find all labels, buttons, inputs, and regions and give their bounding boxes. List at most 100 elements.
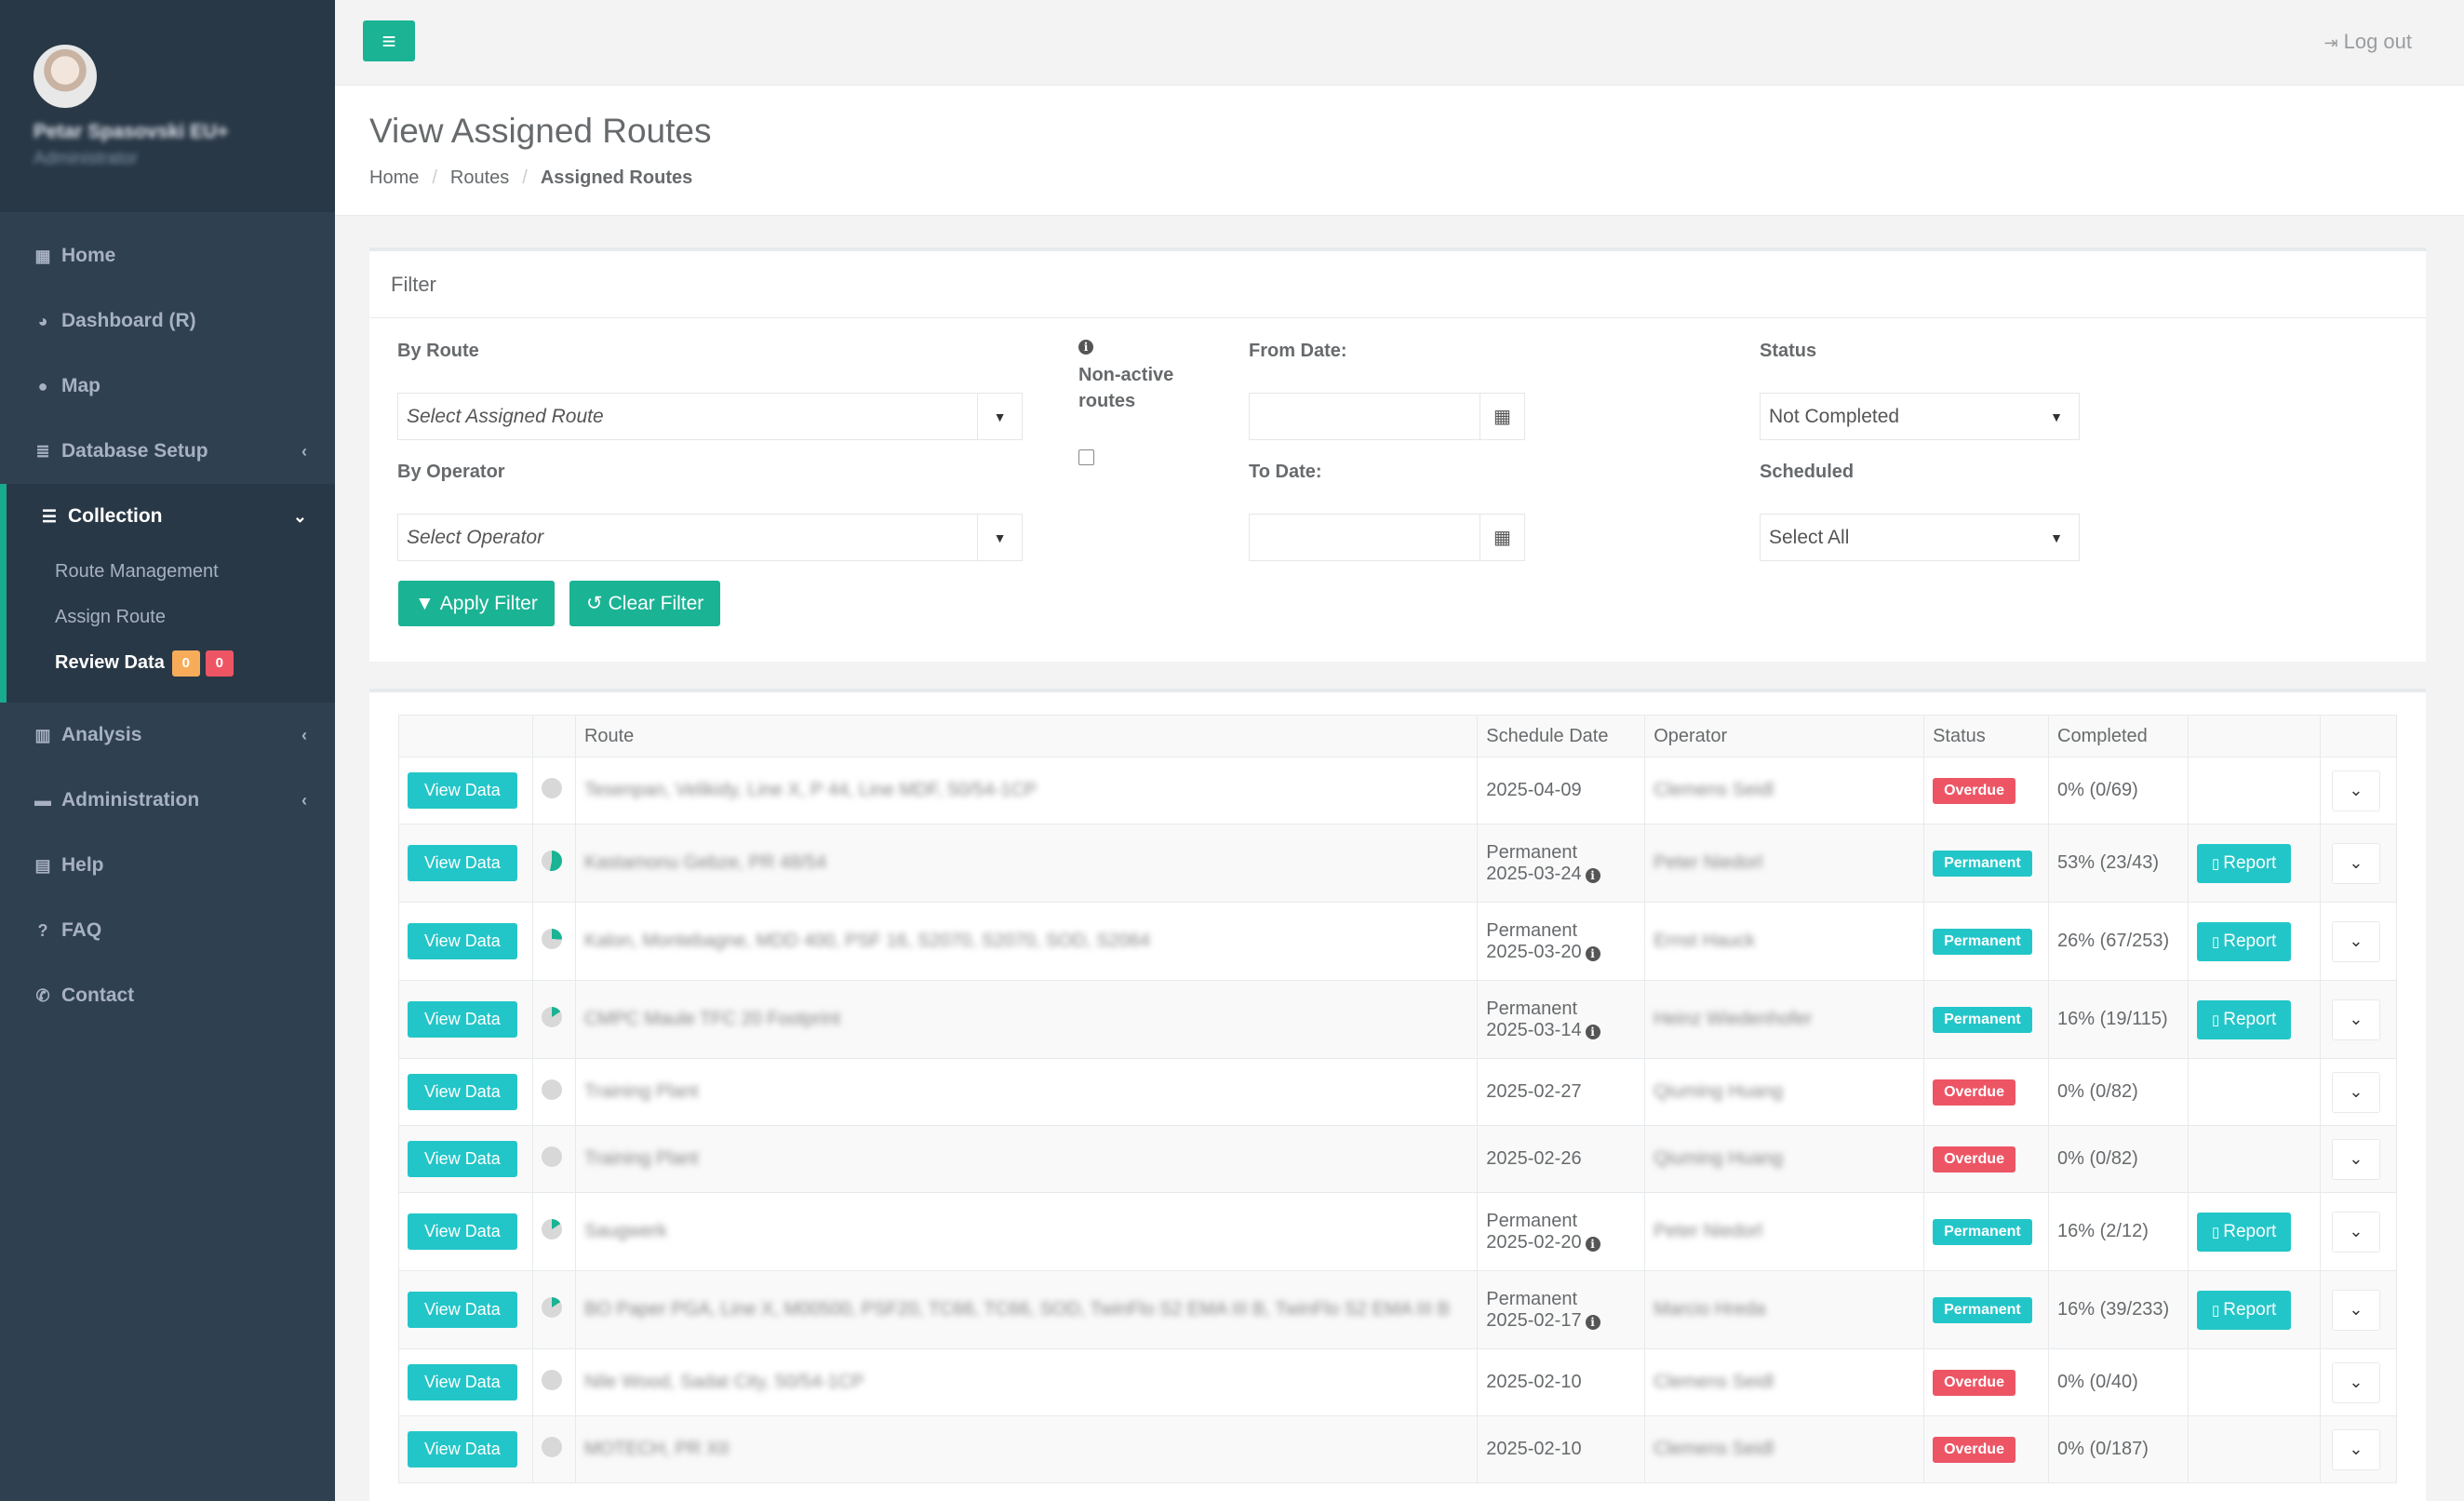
sidebar-item-analysis[interactable]: ▥ Analysis ‹	[0, 703, 335, 768]
sidebar-subitem-review-data[interactable]: Review Data 0 0	[7, 640, 335, 686]
view-data-button[interactable]: View Data	[408, 923, 517, 959]
menu-toggle-button[interactable]: ≡	[363, 20, 415, 61]
sidebar-item-label: Help	[61, 854, 104, 876]
view-data-button[interactable]: View Data	[408, 1364, 517, 1400]
schedule-type: Permanent	[1486, 1288, 1578, 1309]
view-data-button[interactable]: View Data	[408, 1292, 517, 1328]
report-button[interactable]: ▯ Report	[2197, 1212, 2292, 1252]
chevron-left-icon: ‹	[301, 441, 307, 461]
report-button[interactable]: ▯ Report	[2197, 1290, 2292, 1330]
calendar-icon[interactable]: ▦	[1480, 515, 1524, 560]
sidebar-item-database-setup[interactable]: ≣ Database Setup ‹	[0, 419, 335, 484]
route-cell: Kastamonu Gebze, PR 48/54	[574, 824, 1479, 903]
expand-row-button[interactable]: ⌄	[2331, 1211, 2380, 1253]
route-name[interactable]: MOTECH, PR XII	[584, 1439, 730, 1459]
route-name[interactable]: BO Paper PGA, Line X, M00500, PSF20, TC6…	[584, 1299, 1450, 1320]
apply-filter-button[interactable]: ▼ Apply Filter	[398, 581, 555, 626]
expand-row-button[interactable]: ⌄	[2331, 1071, 2380, 1113]
sidebar-subitem-route-management[interactable]: Route Management	[7, 549, 335, 595]
caret-down-icon: ▼	[977, 515, 1022, 560]
sidebar-item-dashboard[interactable]: ◕ Dashboard (R)	[0, 288, 335, 354]
actions-cell: View Data	[398, 1192, 533, 1271]
chevron-down-icon: ⌄	[2349, 1300, 2364, 1319]
to-date-label: To Date:	[1249, 462, 1322, 482]
expand-row-button[interactable]: ⌄	[2331, 1361, 2380, 1403]
expand-row-button[interactable]: ⌄	[2331, 998, 2380, 1040]
view-data-button[interactable]: View Data	[408, 1141, 517, 1177]
column-header-operator[interactable]: Operator	[1644, 715, 1925, 757]
route-name[interactable]: Tesenpan, Velikidy, Line X, P 44, Line M…	[584, 780, 1037, 800]
filter-title: Filter	[369, 251, 2426, 318]
breadcrumb-routes[interactable]: Routes	[450, 168, 509, 189]
schedule-date: 2025-02-10	[1486, 1372, 1582, 1392]
status-badge: Permanent	[1933, 1218, 2032, 1245]
column-header-completed[interactable]: Completed	[2048, 715, 2189, 757]
route-select[interactable]: Select Assigned Route ▼	[397, 393, 1023, 440]
route-name[interactable]: Training Plant	[584, 1148, 699, 1169]
sidebar-item-map[interactable]: ● Map	[0, 354, 335, 419]
sidebar-item-contact[interactable]: ✆ Contact	[0, 963, 335, 1028]
operator-select[interactable]: Select Operator ▼	[397, 514, 1023, 561]
table-row: View Data Training Plant 2025-02-27 Qium…	[398, 1058, 2398, 1126]
breadcrumb-home[interactable]: Home	[369, 168, 419, 189]
sidebar-item-help[interactable]: ▤ Help	[0, 833, 335, 898]
sidebar-item-collection[interactable]: ☰ Collection ⌄	[7, 484, 335, 549]
apply-filter-label: Apply Filter	[439, 592, 538, 614]
sidebar-item-home[interactable]: ▦ Home	[0, 223, 335, 288]
info-circle-icon[interactable]: i	[1585, 1314, 1600, 1330]
chevron-down-icon: ⌄	[2349, 1373, 2364, 1391]
view-data-button[interactable]: View Data	[408, 772, 517, 809]
calendar-icon[interactable]: ▦	[1480, 394, 1524, 439]
view-data-button[interactable]: View Data	[408, 1001, 517, 1038]
expand-row-button[interactable]: ⌄	[2331, 1138, 2380, 1180]
scheduled-select[interactable]: Select All ▼	[1760, 514, 2080, 561]
profile-name[interactable]: Petar Spasovski EU+	[33, 121, 335, 143]
view-data-button[interactable]: View Data	[408, 1213, 517, 1250]
report-button[interactable]: ▯ Report	[2197, 843, 2292, 883]
expand-row-button[interactable]: ⌄	[2331, 770, 2380, 811]
caret-down-icon: ▼	[2050, 409, 2063, 424]
column-header-status[interactable]: Status	[1923, 715, 2050, 757]
logout-link[interactable]: ⇥ Log out	[2324, 30, 2413, 54]
sidebar-item-administration[interactable]: ▬ Administration ‹	[0, 768, 335, 833]
route-name[interactable]: Saugwerk	[584, 1221, 667, 1241]
info-circle-icon[interactable]: i	[1585, 1236, 1600, 1252]
expand-row-button[interactable]: ⌄	[2331, 1289, 2380, 1331]
view-data-button[interactable]: View Data	[408, 1431, 517, 1467]
report-button[interactable]: ▯ Report	[2197, 921, 2292, 961]
column-header-schedule-date[interactable]: Schedule Date	[1477, 715, 1646, 757]
route-name[interactable]: Nile Wood, Sadat City, 50/54-1CP	[584, 1372, 864, 1392]
clear-filter-button[interactable]: ↺ Clear Filter	[569, 581, 721, 626]
sidebar-subitem-assign-route[interactable]: Assign Route	[7, 595, 335, 640]
review-warning-badge: 0	[171, 650, 200, 677]
info-circle-icon[interactable]: i	[1585, 1024, 1600, 1039]
report-cell	[2188, 1415, 2321, 1483]
th-large-icon: ▦	[34, 246, 51, 265]
route-name[interactable]: CMPC Maule TFC 20 Footprint	[584, 1009, 840, 1029]
avatar[interactable]	[33, 45, 97, 108]
progress-pie	[541, 1079, 562, 1100]
route-name[interactable]: Training Plant	[584, 1081, 699, 1102]
view-data-button[interactable]: View Data	[408, 1074, 517, 1110]
expand-row-button[interactable]: ⌄	[2331, 920, 2380, 962]
to-date-input[interactable]: ▦	[1249, 514, 1525, 561]
info-circle-icon[interactable]: i	[1585, 867, 1600, 883]
route-name[interactable]: Kastamonu Gebze, PR 48/54	[584, 852, 826, 873]
report-button[interactable]: ▯ Report	[2197, 999, 2292, 1039]
status-select[interactable]: Not Completed ▼	[1760, 393, 2080, 440]
sidebar-item-label: Map	[61, 375, 100, 396]
info-circle-icon[interactable]: i	[1585, 945, 1600, 961]
from-date-input[interactable]: ▦	[1249, 393, 1525, 440]
expand-row-button[interactable]: ⌄	[2331, 1428, 2380, 1470]
report-label: Report	[2223, 852, 2277, 873]
expand-cell: ⌄	[2319, 824, 2398, 903]
completed-cell: 0% (0/69)	[2048, 757, 2189, 824]
table-body: View Data Tesenpan, Velikidy, Line X, P …	[398, 757, 2398, 1483]
expand-row-button[interactable]: ⌄	[2331, 842, 2380, 884]
route-name[interactable]: Kalon, Montebagne, MDD 400, PSF 16, S207…	[584, 931, 1150, 951]
schedule-type: Permanent	[1486, 841, 1578, 863]
column-header-route[interactable]: Route	[574, 715, 1479, 757]
sidebar-item-faq[interactable]: ? FAQ	[0, 898, 335, 963]
nonactive-routes-checkbox[interactable]	[1078, 449, 1094, 465]
view-data-button[interactable]: View Data	[408, 845, 517, 881]
